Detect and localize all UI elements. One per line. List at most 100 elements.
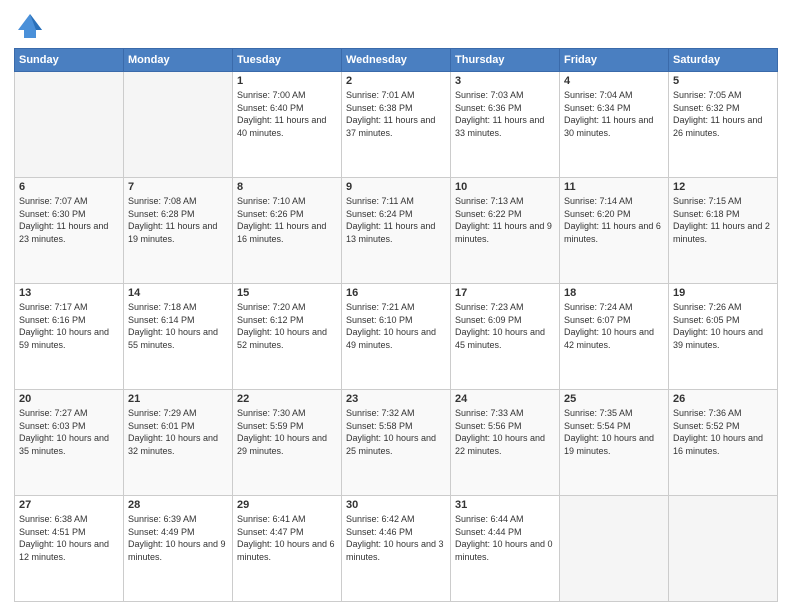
day-cell-22: 22 Sunrise: 7:30 AMSunset: 5:59 PMDayligh… — [233, 390, 342, 496]
week-row-3: 13Sunrise: 7:17 AMSunset: 6:16 PMDayligh… — [15, 284, 778, 390]
day-number: 23 — [346, 393, 446, 405]
day-number: 11 — [564, 181, 664, 193]
day-number: 7 — [128, 181, 228, 193]
day-cell-17: 17 Sunrise: 7:23 AMSunset: 6:09 PMDayligh… — [451, 284, 560, 390]
day-number: 24 — [455, 393, 555, 405]
day-cell-26: 26 Sunrise: 7:36 AMSunset: 5:52 PMDayligh… — [669, 390, 778, 496]
day-number: 9 — [346, 181, 446, 193]
day-cell-23: 23 Sunrise: 7:32 AMSunset: 5:58 PMDayligh… — [342, 390, 451, 496]
day-cell-9: 9 Sunrise: 7:11 AMSunset: 6:24 PMDaylight… — [342, 178, 451, 284]
day-number: 30 — [346, 499, 446, 511]
week-row-1: 1 Sunrise: 7:00 AMSunset: 6:40 PMDaylight… — [15, 72, 778, 178]
day-number: 3 — [455, 75, 555, 87]
day-cell-1: 1 Sunrise: 7:00 AMSunset: 6:40 PMDaylight… — [233, 72, 342, 178]
day-cell-6: 6 Sunrise: 7:07 AMSunset: 6:30 PMDaylight… — [15, 178, 124, 284]
day-info: Sunrise: 6:44 AMSunset: 4:44 PMDaylight:… — [455, 513, 555, 563]
day-number: 2 — [346, 75, 446, 87]
day-number: 27 — [19, 499, 119, 511]
day-cell-12: 12Sunrise: 7:15 AMSunset: 6:18 PMDayligh… — [669, 178, 778, 284]
week-row-2: 6 Sunrise: 7:07 AMSunset: 6:30 PMDaylight… — [15, 178, 778, 284]
day-info: Sunrise: 7:07 AMSunset: 6:30 PMDaylight:… — [19, 195, 119, 245]
day-cell-28: 28 Sunrise: 6:39 AMSunset: 4:49 PMDayligh… — [124, 496, 233, 602]
day-number: 18 — [564, 287, 664, 299]
day-cell-29: 29 Sunrise: 6:41 AMSunset: 4:47 PMDayligh… — [233, 496, 342, 602]
day-number: 21 — [128, 393, 228, 405]
day-info: Sunrise: 7:27 AMSunset: 6:03 PMDaylight:… — [19, 407, 119, 457]
day-info: Sunrise: 6:41 AMSunset: 4:47 PMDaylight:… — [237, 513, 337, 563]
day-number: 4 — [564, 75, 664, 87]
day-info: Sunrise: 7:35 AMSunset: 5:54 PMDaylight:… — [564, 407, 664, 457]
day-number: 20 — [19, 393, 119, 405]
empty-cell — [124, 72, 233, 178]
day-number: 1 — [237, 75, 337, 87]
day-info: Sunrise: 6:38 AMSunset: 4:51 PMDaylight:… — [19, 513, 119, 563]
day-info: Sunrise: 7:21 AMSunset: 6:10 PMDaylight:… — [346, 301, 446, 351]
day-info: Sunrise: 7:00 AMSunset: 6:40 PMDaylight:… — [237, 89, 337, 139]
week-row-4: 20 Sunrise: 7:27 AMSunset: 6:03 PMDayligh… — [15, 390, 778, 496]
weekday-header-row: SundayMondayTuesdayWednesdayThursdayFrid… — [15, 49, 778, 72]
day-number: 29 — [237, 499, 337, 511]
day-cell-21: 21 Sunrise: 7:29 AMSunset: 6:01 PMDayligh… — [124, 390, 233, 496]
day-info: Sunrise: 7:23 AMSunset: 6:09 PMDaylight:… — [455, 301, 555, 351]
day-number: 8 — [237, 181, 337, 193]
day-number: 31 — [455, 499, 555, 511]
day-number: 25 — [564, 393, 664, 405]
day-number: 6 — [19, 181, 119, 193]
day-info: Sunrise: 7:24 AMSunset: 6:07 PMDaylight:… — [564, 301, 664, 351]
day-cell-7: 7 Sunrise: 7:08 AMSunset: 6:28 PMDaylight… — [124, 178, 233, 284]
day-cell-4: 4 Sunrise: 7:04 AMSunset: 6:34 PMDaylight… — [560, 72, 669, 178]
empty-cell — [15, 72, 124, 178]
day-cell-11: 11 Sunrise: 7:14 AMSunset: 6:20 PMDayligh… — [560, 178, 669, 284]
day-info: Sunrise: 7:10 AMSunset: 6:26 PMDaylight:… — [237, 195, 337, 245]
weekday-header-sunday: Sunday — [15, 49, 124, 72]
weekday-header-monday: Monday — [124, 49, 233, 72]
day-info: Sunrise: 7:11 AMSunset: 6:24 PMDaylight:… — [346, 195, 446, 245]
day-info: Sunrise: 7:32 AMSunset: 5:58 PMDaylight:… — [346, 407, 446, 457]
day-number: 16 — [346, 287, 446, 299]
page: SundayMondayTuesdayWednesdayThursdayFrid… — [0, 0, 792, 612]
day-cell-20: 20 Sunrise: 7:27 AMSunset: 6:03 PMDayligh… — [15, 390, 124, 496]
day-number: 28 — [128, 499, 228, 511]
day-number: 22 — [237, 393, 337, 405]
day-info: Sunrise: 7:04 AMSunset: 6:34 PMDaylight:… — [564, 89, 664, 139]
weekday-header-thursday: Thursday — [451, 49, 560, 72]
day-number: 15 — [237, 287, 337, 299]
weekday-header-friday: Friday — [560, 49, 669, 72]
day-info: Sunrise: 7:33 AMSunset: 5:56 PMDaylight:… — [455, 407, 555, 457]
day-cell-8: 8 Sunrise: 7:10 AMSunset: 6:26 PMDaylight… — [233, 178, 342, 284]
day-cell-19: 19Sunrise: 7:26 AMSunset: 6:05 PMDayligh… — [669, 284, 778, 390]
day-number: 17 — [455, 287, 555, 299]
empty-cell — [560, 496, 669, 602]
day-cell-2: 2Sunrise: 7:01 AMSunset: 6:38 PMDaylight… — [342, 72, 451, 178]
day-cell-13: 13Sunrise: 7:17 AMSunset: 6:16 PMDayligh… — [15, 284, 124, 390]
day-info: Sunrise: 7:08 AMSunset: 6:28 PMDaylight:… — [128, 195, 228, 245]
day-number: 12 — [673, 181, 773, 193]
day-number: 14 — [128, 287, 228, 299]
logo-icon — [14, 10, 46, 42]
calendar-table: SundayMondayTuesdayWednesdayThursdayFrid… — [14, 48, 778, 602]
day-info: Sunrise: 6:42 AMSunset: 4:46 PMDaylight:… — [346, 513, 446, 563]
day-info: Sunrise: 7:14 AMSunset: 6:20 PMDaylight:… — [564, 195, 664, 245]
day-info: Sunrise: 7:30 AMSunset: 5:59 PMDaylight:… — [237, 407, 337, 457]
logo — [14, 10, 50, 42]
day-number: 10 — [455, 181, 555, 193]
header — [14, 10, 778, 42]
weekday-header-wednesday: Wednesday — [342, 49, 451, 72]
day-cell-30: 30 Sunrise: 6:42 AMSunset: 4:46 PMDayligh… — [342, 496, 451, 602]
day-info: Sunrise: 7:20 AMSunset: 6:12 PMDaylight:… — [237, 301, 337, 351]
day-cell-5: 5Sunrise: 7:05 AMSunset: 6:32 PMDaylight… — [669, 72, 778, 178]
day-cell-25: 25 Sunrise: 7:35 AMSunset: 5:54 PMDayligh… — [560, 390, 669, 496]
week-row-5: 27 Sunrise: 6:38 AMSunset: 4:51 PMDayligh… — [15, 496, 778, 602]
day-cell-14: 14 Sunrise: 7:18 AMSunset: 6:14 PMDayligh… — [124, 284, 233, 390]
day-info: Sunrise: 7:36 AMSunset: 5:52 PMDaylight:… — [673, 407, 773, 457]
day-number: 26 — [673, 393, 773, 405]
day-info: Sunrise: 7:17 AMSunset: 6:16 PMDaylight:… — [19, 301, 119, 351]
day-info: Sunrise: 6:39 AMSunset: 4:49 PMDaylight:… — [128, 513, 228, 563]
day-cell-27: 27 Sunrise: 6:38 AMSunset: 4:51 PMDayligh… — [15, 496, 124, 602]
day-info: Sunrise: 7:29 AMSunset: 6:01 PMDaylight:… — [128, 407, 228, 457]
day-number: 5 — [673, 75, 773, 87]
day-cell-15: 15 Sunrise: 7:20 AMSunset: 6:12 PMDayligh… — [233, 284, 342, 390]
weekday-header-tuesday: Tuesday — [233, 49, 342, 72]
day-cell-18: 18 Sunrise: 7:24 AMSunset: 6:07 PMDayligh… — [560, 284, 669, 390]
day-info: Sunrise: 7:18 AMSunset: 6:14 PMDaylight:… — [128, 301, 228, 351]
